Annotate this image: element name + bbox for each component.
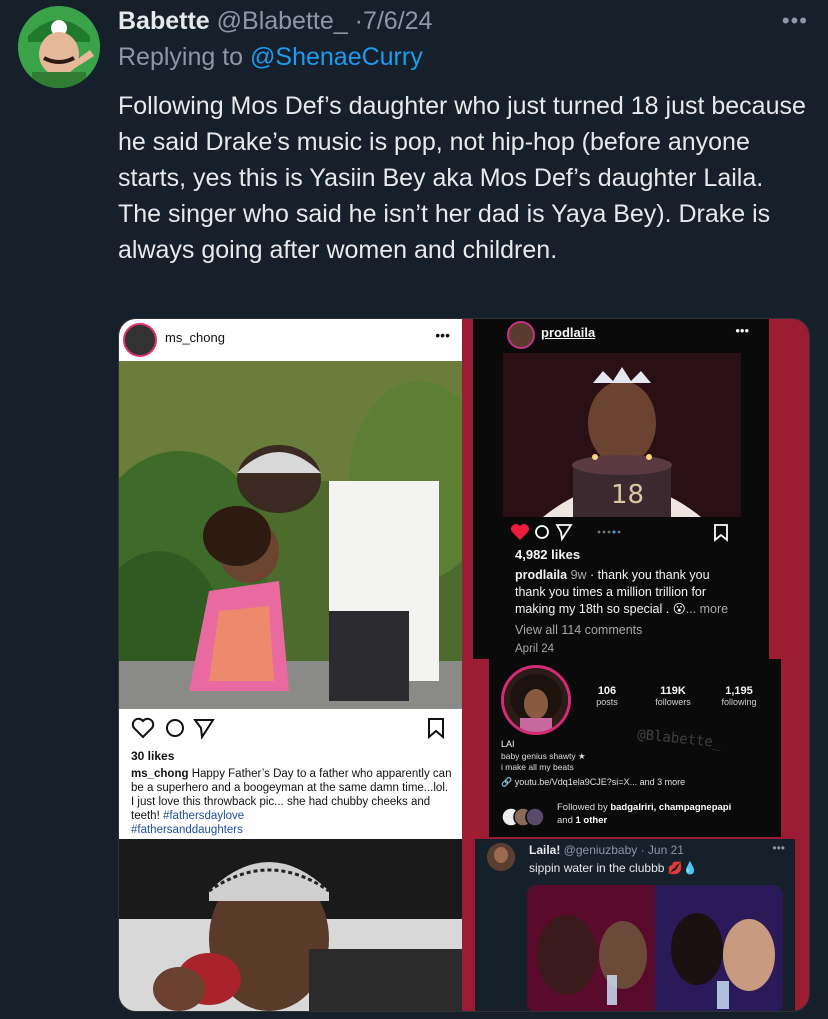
tweet-text: Following Mos Def’s daughter who just tu… xyxy=(118,92,806,264)
post-caption: prodlaila 9w · thank you thank you thank… xyxy=(515,567,743,618)
hashtag: #fathersdaylove xyxy=(162,810,245,822)
heart-filled-icon[interactable] xyxy=(511,524,529,540)
mos-def-microphone-photo xyxy=(119,839,462,1011)
following-count: 1,195 xyxy=(725,685,753,697)
hashtag: #fathersanddaughters xyxy=(131,824,243,836)
profile-link-text: youtu.be/Vdq1ela9CJE?si=X... and 3 more xyxy=(514,777,686,787)
post-header: ms_chong ••• xyxy=(119,319,462,359)
posts-count: 106 xyxy=(597,685,617,697)
post-username: ms_chong xyxy=(165,330,225,345)
tweet: Babette @Blabette_ ·7/6/24 ••• Replying … xyxy=(0,0,828,1019)
author-avatar[interactable] xyxy=(18,6,100,88)
link-icon: 🔗 xyxy=(501,777,513,787)
handle[interactable]: @Blabette_ xyxy=(217,7,348,35)
embedded-meta: @geniuzbaby · Jun 21 xyxy=(560,843,684,857)
tweet-date[interactable]: 7/6/24 xyxy=(363,7,433,35)
carousel-dots-icon xyxy=(597,530,621,534)
followers-stat: 119K followers xyxy=(643,685,703,707)
posts-stat: 106 posts xyxy=(577,685,637,707)
bookmark-icon[interactable] xyxy=(428,718,444,740)
caption-username: ms_chong xyxy=(131,768,189,780)
follower-avatars xyxy=(501,807,545,827)
followed-by: Followed by badgalriri, champagnepapi an… xyxy=(557,801,771,827)
share-icon[interactable] xyxy=(193,719,215,740)
posts-label: posts xyxy=(596,697,618,707)
profile-bio-line: baby genius shawty ★ xyxy=(501,751,586,761)
separator: · xyxy=(354,7,363,35)
followers-count: 119K xyxy=(660,685,686,697)
post-date: April 24 xyxy=(515,643,554,655)
svg-text:18: 18 xyxy=(611,480,644,510)
replying-to: Replying to @ShenaeCurry xyxy=(118,43,423,72)
followed-users: badgalriri, champagnepapi xyxy=(610,802,732,813)
birthday-cake-photo: 18 xyxy=(503,353,741,517)
caption-more-link[interactable]: ... more xyxy=(686,602,728,616)
profile-avatar xyxy=(501,665,571,735)
display-name[interactable]: Babette xyxy=(118,7,210,35)
likes-count: 30 likes xyxy=(131,749,175,763)
followed-prefix: Followed by xyxy=(557,802,611,813)
embedded-tweet-header: Laila! @geniuzbaby · Jun 21 xyxy=(529,843,684,857)
replying-mention-link[interactable]: @ShenaeCurry xyxy=(250,43,423,71)
following-stat: 1,195 following xyxy=(709,685,769,707)
post-caption: ms_chong Happy Father’s Day to a father … xyxy=(131,767,453,837)
post-username: prodlaila xyxy=(541,325,596,340)
following-label: following xyxy=(721,697,757,707)
embedded-tweet: Laila! @geniuzbaby · Jun 21 ••• sippin w… xyxy=(475,839,795,1011)
view-comments-link[interactable]: View all 114 comments xyxy=(515,623,642,637)
avatar xyxy=(487,843,515,871)
caption-username: prodlaila xyxy=(515,568,568,582)
caption-time: 9w xyxy=(567,568,587,582)
profile-link[interactable]: 🔗 youtu.be/Vdq1ela9CJE?si=X... and 3 mor… xyxy=(501,777,685,788)
embedded-more-icon: ••• xyxy=(772,841,785,855)
post-actions xyxy=(511,521,743,543)
profile-bio-line: i make all my beats xyxy=(501,762,574,772)
embedded-tweet-text: sippin water in the clubbb 💋💧 xyxy=(529,861,698,875)
followed-other: 1 other xyxy=(575,815,608,826)
bookmark-icon[interactable] xyxy=(714,524,728,542)
instagram-post-left: ms_chong ••• 30 likes ms_chong Happy Fat… xyxy=(119,319,462,839)
tweet-header: Babette @Blabette_ ·7/6/24 ••• xyxy=(118,4,808,40)
post-more-icon: ••• xyxy=(435,327,450,343)
profile-name: LAI xyxy=(501,739,515,749)
followers-label: followers xyxy=(655,697,691,707)
more-options-button[interactable]: ••• xyxy=(782,4,808,38)
tweet-media[interactable]: ms_chong ••• 30 likes ms_chong Happy Fat… xyxy=(118,318,810,1012)
embedded-display-name: Laila! xyxy=(529,843,561,857)
avatar xyxy=(507,321,535,349)
instagram-post-right: prodlaila ••• 18 4,982 likes prodlaila 9… xyxy=(473,319,769,659)
post-more-icon: ••• xyxy=(735,323,749,338)
post-actions xyxy=(131,715,451,741)
heart-icon[interactable] xyxy=(131,717,155,739)
share-icon[interactable] xyxy=(555,524,573,542)
followed-suffix: and xyxy=(557,815,576,826)
replying-prefix: Replying to xyxy=(118,43,244,71)
comment-icon[interactable] xyxy=(535,525,549,539)
comment-icon[interactable] xyxy=(166,719,184,737)
club-photos xyxy=(527,885,783,1011)
instagram-profile-card: 106 posts 119K followers 1,195 following… xyxy=(489,659,781,837)
avatar xyxy=(123,323,157,357)
watermark: @Blabette_ xyxy=(636,726,722,752)
likes-count: 4,982 likes xyxy=(515,547,581,562)
father-daughter-photo xyxy=(119,361,462,709)
